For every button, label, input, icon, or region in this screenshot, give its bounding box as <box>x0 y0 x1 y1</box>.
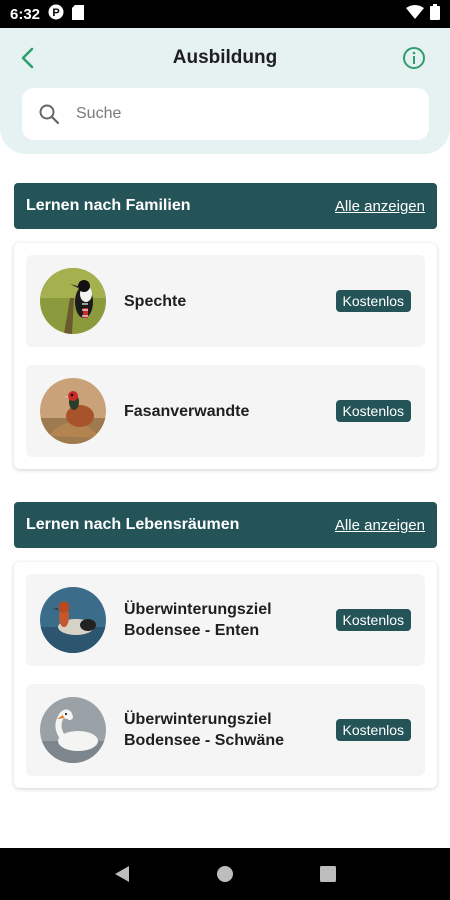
home-circle-icon <box>216 866 233 882</box>
section-title: Lernen nach Lebensräumen <box>26 516 240 533</box>
nav-back-button[interactable] <box>110 862 134 886</box>
show-all-link[interactable]: Alle anzeigen <box>335 517 425 534</box>
search-bar[interactable] <box>22 88 429 140</box>
section-header-habitats: Lernen nach Lebensräumen Alle anzeigen <box>14 502 437 548</box>
system-nav-bar <box>0 848 450 900</box>
nav-home-button[interactable] <box>213 862 237 886</box>
info-icon <box>403 47 425 69</box>
status-bar: 6:32 P <box>0 0 450 28</box>
nav-recents-button[interactable] <box>316 862 340 886</box>
search-input[interactable] <box>76 105 376 123</box>
section-card-list: Spechte Kostenlos Fasanverwandte Kostenl… <box>14 243 437 469</box>
page-title: Ausbildung <box>172 47 278 68</box>
sd-card-icon <box>72 4 85 24</box>
section-header-families: Lernen nach Familien Alle anzeigen <box>14 183 437 229</box>
course-name: Spechte <box>124 292 187 310</box>
back-triangle-icon <box>114 866 129 882</box>
wifi-icon <box>406 5 424 23</box>
list-item[interactable]: Fasanverwandte Kostenlos <box>26 365 425 457</box>
list-item[interactable]: Spechte Kostenlos <box>26 255 425 347</box>
header-area: Ausbildung <box>0 28 450 154</box>
status-time: 6:32 <box>10 5 41 23</box>
course-name: Überwinterungsziel Bodensee - Enten <box>124 601 272 639</box>
woodpecker-image <box>40 268 106 334</box>
duck-image <box>40 587 106 653</box>
info-button[interactable] <box>402 46 426 70</box>
show-all-link[interactable]: Alle anzeigen <box>335 198 425 215</box>
status-badge: Kostenlos <box>335 609 411 631</box>
recents-square-icon <box>320 866 337 882</box>
list-item[interactable]: Überwinterungsziel Bodensee - Schwäne Ko… <box>26 684 425 776</box>
section-title: Lernen nach Familien <box>26 197 191 214</box>
svg-text:P: P <box>52 7 59 19</box>
battery-icon <box>430 4 440 24</box>
search-icon <box>39 104 60 125</box>
app-bar: Ausbildung <box>0 42 450 74</box>
pheasant-image <box>40 378 106 444</box>
status-badge: Kostenlos <box>335 290 411 312</box>
course-name: Fasanverwandte <box>124 402 250 420</box>
section-card-list: Überwinterungsziel Bodensee - Enten Kost… <box>14 562 437 788</box>
status-badge: Kostenlos <box>335 719 411 741</box>
back-button[interactable] <box>14 44 42 72</box>
notification-p-icon: P <box>48 4 64 24</box>
course-name: Überwinterungsziel Bodensee - Schwäne <box>124 711 285 749</box>
list-item[interactable]: Überwinterungsziel Bodensee - Enten Kost… <box>26 574 425 666</box>
swan-image <box>40 697 106 763</box>
status-badge: Kostenlos <box>335 400 411 422</box>
chevron-left-icon <box>21 47 34 69</box>
